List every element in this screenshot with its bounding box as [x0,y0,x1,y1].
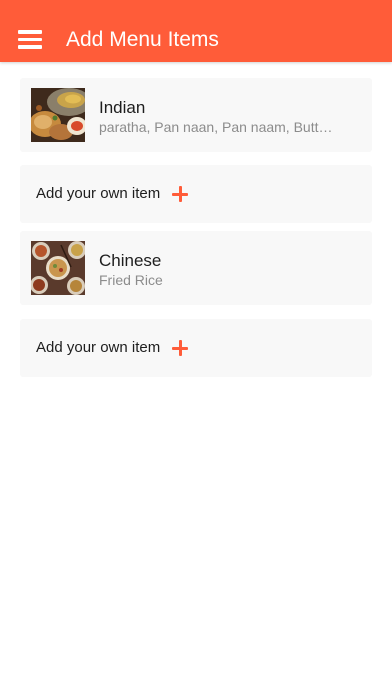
plus-icon[interactable] [172,340,188,356]
category-items-summary: paratha, Pan naan, Pan naam, Butter naan [99,119,339,135]
category-items-summary: Fried Rice [99,272,163,288]
add-item-button-indian[interactable]: Add your own item [20,165,372,223]
category-card-indian[interactable]: Indian paratha, Pan naan, Pan naam, Butt… [20,78,372,152]
hamburger-menu-icon[interactable] [18,27,42,51]
add-item-button-chinese[interactable]: Add your own item [20,319,372,377]
chinese-food-thumbnail [31,241,85,295]
indian-food-thumbnail [31,88,85,142]
add-item-label: Add your own item [36,339,161,356]
category-card-chinese[interactable]: Chinese Fried Rice [20,231,372,305]
app-header: Add Menu Items [0,0,392,62]
category-name: Indian [99,98,146,117]
add-item-label: Add your own item [36,185,161,202]
page-title: Add Menu Items [66,28,219,51]
category-name: Chinese [99,251,162,270]
plus-icon[interactable] [172,186,188,202]
